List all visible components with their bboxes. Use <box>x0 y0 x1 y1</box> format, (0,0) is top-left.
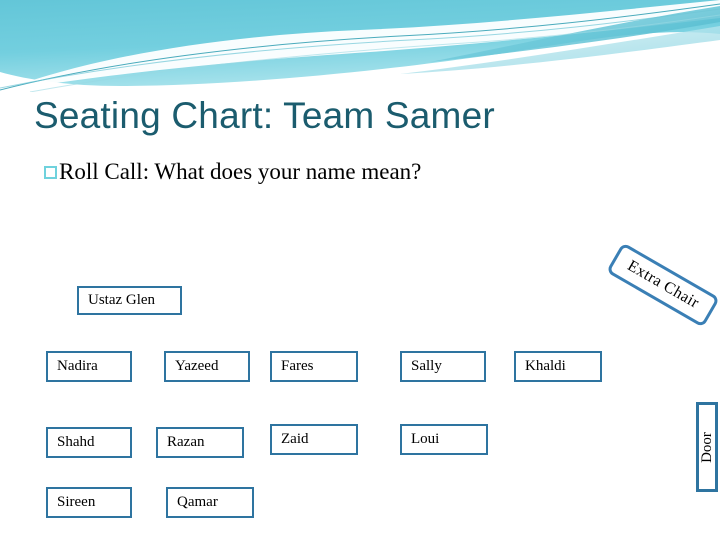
slide-canvas: Seating Chart: Team Samer Roll Call: Wha… <box>0 0 720 540</box>
seat-box-yazeed[interactable]: Yazeed <box>164 351 250 382</box>
extra-chair-label: Extra Chair <box>624 257 703 312</box>
seat-box-shahd[interactable]: Shahd <box>46 427 132 458</box>
seat-box-nadira[interactable]: Nadira <box>46 351 132 382</box>
seat-box-sally[interactable]: Sally <box>400 351 486 382</box>
seat-box-qamar[interactable]: Qamar <box>166 487 254 518</box>
seat-label: Razan <box>167 434 205 450</box>
seat-box-teacher[interactable]: Ustaz Glen <box>77 286 182 315</box>
page-title: Seating Chart: Team Samer <box>34 95 495 136</box>
empty-square-bullet-icon <box>44 166 57 179</box>
door-label: Door <box>698 431 715 463</box>
seat-box-loui[interactable]: Loui <box>400 424 488 455</box>
seat-label: Yazeed <box>175 358 219 374</box>
seat-label: Khaldi <box>525 358 566 374</box>
seat-label: Shahd <box>57 434 95 450</box>
seat-label: Ustaz Glen <box>88 292 156 308</box>
seat-label: Zaid <box>281 431 309 447</box>
door-box[interactable]: Door <box>696 402 718 492</box>
roll-call-bullet-text: Roll Call: What does your name mean? <box>59 159 422 184</box>
seat-label: Loui <box>411 431 440 447</box>
seat-box-sireen[interactable]: Sireen <box>46 487 132 518</box>
seat-label: Sally <box>411 358 442 374</box>
seat-label: Sireen <box>57 494 96 510</box>
roll-call-bullet: Roll Call: What does your name mean? <box>44 158 421 186</box>
seat-label: Qamar <box>177 494 218 510</box>
seat-box-fares[interactable]: Fares <box>270 351 358 382</box>
header-wave-decoration <box>0 0 720 92</box>
seat-label: Fares <box>281 358 314 374</box>
seat-box-zaid[interactable]: Zaid <box>270 424 358 455</box>
seat-box-khaldi[interactable]: Khaldi <box>514 351 602 382</box>
seat-label: Nadira <box>57 358 98 374</box>
extra-chair-box[interactable]: Extra Chair <box>606 242 720 328</box>
seat-box-razan[interactable]: Razan <box>156 427 244 458</box>
